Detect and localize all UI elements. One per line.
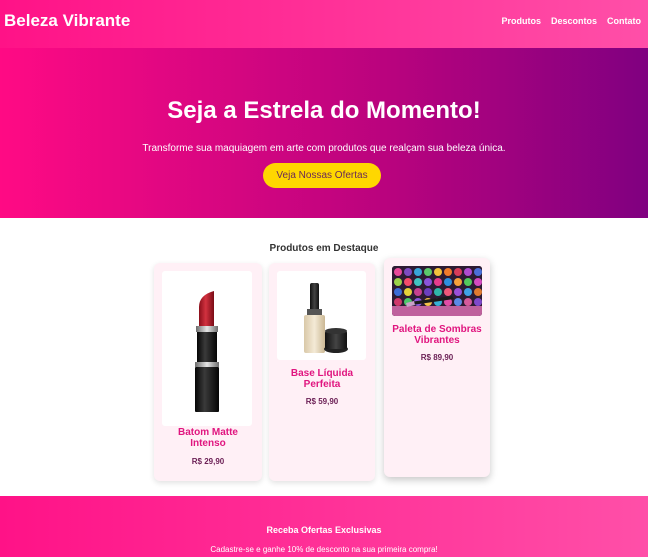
newsletter-title: Receba Ofertas Exclusivas [266,525,382,535]
foundation-bottle-icon [304,283,348,353]
nav-link-contato[interactable]: Contato [607,16,641,26]
lipstick-icon [195,291,219,412]
nav-link-produtos[interactable]: Produtos [501,16,541,26]
newsletter-subtitle: Cadastre-se e ganhe 10% de desconto na s… [210,545,438,554]
palette-image[interactable] [392,266,482,316]
product-card-palette[interactable]: Paleta de Sombras Vibrantes R$ 89,90 [384,258,490,477]
product-name: Paleta de Sombras Vibrantes [392,324,482,346]
site-header: Beleza Vibrante Produtos Descontos Conta… [0,0,648,48]
product-name: Batom Matte Intenso [177,427,238,449]
hero-banner: Seja a Estrela do Momento! Transforme su… [0,48,648,218]
main-nav: Produtos Descontos Contato [501,16,641,26]
product-name: Base Líquida Perfeita [290,368,354,390]
product-price: R$ 59,90 [305,397,339,406]
lipstick-image[interactable] [162,271,252,426]
product-card-lipstick[interactable]: Batom Matte Intenso R$ 29,90 [154,263,262,481]
newsletter-footer: Receba Ofertas Exclusivas Cadastre-se e … [0,496,648,557]
hero-title: Seja a Estrela do Momento! [167,97,481,124]
nav-link-descontos[interactable]: Descontos [551,16,597,26]
foundation-image[interactable] [277,271,366,360]
offers-button[interactable]: Veja Nossas Ofertas [263,163,381,188]
hero-subtitle: Transforme sua maquiagem em arte com pro… [142,143,506,154]
eyeshadow-palette-icon [392,266,482,316]
product-price: R$ 29,90 [191,457,225,466]
brand-logo[interactable]: Beleza Vibrante [4,11,130,31]
product-card-foundation[interactable]: Base Líquida Perfeita R$ 59,90 [269,263,375,481]
product-price: R$ 89,90 [420,353,454,362]
featured-title: Produtos em Destaque [269,243,379,254]
